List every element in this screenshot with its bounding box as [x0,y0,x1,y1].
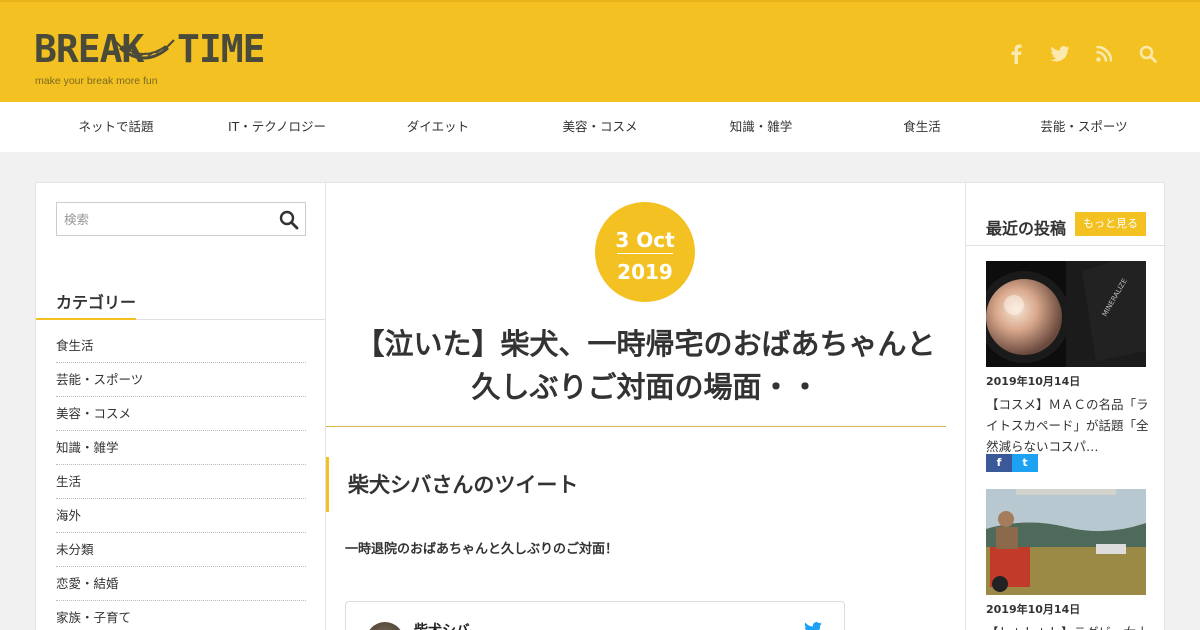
search-form [56,202,306,236]
category-item[interactable]: 美容・コスメ [56,397,306,431]
more-posts-button[interactable]: もっと見る [1075,212,1146,236]
nav-item-it-tech[interactable]: IT・テクノロジー [228,102,326,152]
category-item[interactable]: 未分類 [56,533,306,567]
search-submit-button[interactable] [279,210,299,230]
search-icon[interactable] [1136,42,1160,66]
twitter-bird-icon[interactable] [804,622,822,630]
category-item[interactable]: 恋愛・結婚 [56,567,306,601]
post-title-link[interactable]: 【ｈｔｈｔｈ】ラグビー女士 [986,622,1151,630]
nav-item-knowledge[interactable]: 知識・雑学 [730,102,793,152]
rss-icon[interactable] [1092,42,1116,66]
category-item[interactable]: 家族・子育て [56,601,306,630]
right-sidebar: 最近の投稿 もっと見る MINERALIZE 2019年10月14日 【コスメ】… [965,183,1166,630]
recent-divider [966,245,1166,246]
post-date: 2019年10月14日 [986,603,1081,616]
article-title-line1: 【泣いた】柴犬、一時帰宅のおばあちゃんと [355,327,936,361]
facebook-icon: f [996,456,1002,469]
article-title: 【泣いた】柴犬、一時帰宅のおばあちゃんと 久しぶりご対面の場面・・ [346,323,945,409]
nav-item-diet[interactable]: ダイエット [407,102,469,152]
category-heading: カテゴリー [56,293,137,312]
search-icon [279,210,299,230]
main-container: カテゴリー 食生活 芸能・スポーツ 美容・コスメ 知識・雑学 生活 海外 未分類… [35,182,1166,630]
search-input[interactable] [57,203,272,235]
twitter-share-button[interactable]: t [1012,454,1038,472]
post-title-link[interactable]: 【コスメ】ＭＡＣの名品「ライトスカペード」が話題「全然減らないコスパ… [986,394,1151,457]
nav-item-entertainment[interactable]: 芸能・スポーツ [1040,102,1127,152]
article-body-text: 一時退院のおばあちゃんと久しぶりのご対面！ [345,542,619,557]
twitter-icon[interactable] [1048,42,1072,66]
rice-field-photo [986,489,1146,595]
facebook-share-button[interactable]: f [986,454,1012,472]
title-divider [326,426,946,427]
left-sidebar: カテゴリー 食生活 芸能・スポーツ 美容・コスメ 知識・雑学 生活 海外 未分類… [36,183,326,630]
twitter-icon: t [1022,456,1028,469]
category-divider-accent [36,318,136,320]
site-logo[interactable]: BREAK TIME make your break more fun [34,28,266,90]
post-date-badge: 3 Oct 2019 [595,202,695,302]
logo-tagline: make your break more fun [35,75,158,87]
post-thumbnail[interactable] [986,489,1146,595]
category-item[interactable]: 芸能・スポーツ [56,363,306,397]
category-item[interactable]: 生活 [56,465,306,499]
category-item[interactable]: 食生活 [56,329,306,363]
avatar[interactable] [366,622,404,630]
section-heading-bar [326,457,329,512]
category-item[interactable]: 知識・雑学 [56,431,306,465]
date-divider [617,253,673,254]
section-heading: 柴犬シバさんのツイート [348,473,579,497]
embedded-tweet[interactable]: 柴犬シバ [345,601,845,630]
post-date-year: 2019 [617,260,673,284]
share-buttons: f t [986,454,1038,472]
hammock-icon [113,39,175,60]
logo-time-text: TIME [177,27,266,71]
nav-item-food[interactable]: 食生活 [903,102,941,152]
category-item[interactable]: 海外 [56,499,306,533]
article-main: 3 Oct 2019 【泣いた】柴犬、一時帰宅のおばあちゃんと 久しぶりご対面の… [326,183,965,630]
facebook-icon[interactable] [1004,42,1028,66]
recent-posts-heading: 最近の投稿 [986,219,1067,238]
tweet-author-name[interactable]: 柴犬シバ [414,620,470,630]
nav-item-beauty[interactable]: 美容・コスメ [562,102,637,152]
category-list: 食生活 芸能・スポーツ 美容・コスメ 知識・雑学 生活 海外 未分類 恋愛・結婚… [56,329,306,630]
post-date-day: 3 Oct [615,228,675,252]
cosmetic-compact-image: MINERALIZE [986,261,1146,367]
article-title-line2: 久しぶりご対面の場面・・ [471,370,820,404]
post-thumbnail[interactable]: MINERALIZE [986,261,1146,367]
main-nav: ネットで話題 IT・テクノロジー ダイエット 美容・コスメ 知識・雑学 食生活 … [0,102,1200,152]
nav-item-trending[interactable]: ネットで話題 [78,102,153,152]
site-header: BREAK TIME make your break more fun [0,0,1200,102]
post-date: 2019年10月14日 [986,375,1081,388]
